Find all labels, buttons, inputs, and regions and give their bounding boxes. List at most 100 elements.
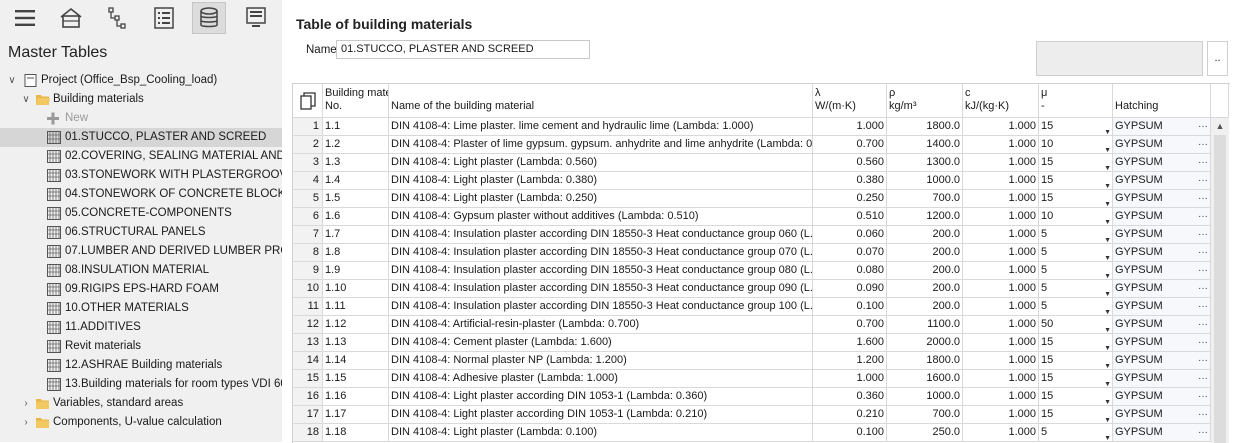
c-value-cell[interactable]: 1.000 bbox=[963, 280, 1039, 298]
tree-item[interactable]: 01.STUCCO, PLASTER AND SCREED bbox=[0, 128, 282, 147]
menu-button[interactable] bbox=[8, 2, 42, 34]
tree-item[interactable]: 09.RIGIPS EPS-HARD FOAM bbox=[0, 280, 282, 299]
tree-new[interactable]: New bbox=[0, 109, 282, 128]
mu-value-cell[interactable]: 5 ▼ bbox=[1039, 262, 1113, 280]
material-name-cell[interactable]: DIN 4108-4: Normal plaster NP (Lambda: 1… bbox=[389, 352, 813, 370]
more-options-icon[interactable]: ··· bbox=[1198, 172, 1208, 189]
dropdown-arrow-icon[interactable]: ▼ bbox=[1104, 412, 1111, 423]
dropdown-arrow-icon[interactable]: ▼ bbox=[1104, 214, 1111, 225]
rho-value-cell[interactable]: 1800.0 bbox=[887, 352, 963, 370]
c-value-cell[interactable]: 1.000 bbox=[963, 262, 1039, 280]
c-value-cell[interactable]: 1.000 bbox=[963, 226, 1039, 244]
hatching-value-cell[interactable]: GYPSUM ··· bbox=[1113, 154, 1211, 172]
mu-value-cell[interactable]: 15 ▼ bbox=[1039, 118, 1113, 136]
hatching-value-cell[interactable]: GYPSUM ··· bbox=[1113, 208, 1211, 226]
more-options-icon[interactable]: ··· bbox=[1198, 370, 1208, 387]
more-options-icon[interactable]: ··· bbox=[1198, 406, 1208, 423]
dropdown-arrow-icon[interactable]: ▼ bbox=[1104, 250, 1111, 261]
network-button[interactable] bbox=[100, 2, 134, 34]
lambda-value-cell[interactable]: 0.080 bbox=[813, 262, 887, 280]
mu-value-cell[interactable]: 15 ▼ bbox=[1039, 352, 1113, 370]
collapse-icon[interactable]: ∨ bbox=[6, 71, 18, 90]
material-name-cell[interactable]: DIN 4108-4: Insulation plaster according… bbox=[389, 244, 813, 262]
c-value-cell[interactable]: 1.000 bbox=[963, 424, 1039, 442]
lambda-value-cell[interactable]: 0.510 bbox=[813, 208, 887, 226]
c-value-cell[interactable]: 1.000 bbox=[963, 406, 1039, 424]
hatching-value-cell[interactable]: GYPSUM ··· bbox=[1113, 352, 1211, 370]
column-header-no[interactable]: Building mate No. bbox=[323, 84, 389, 118]
dropdown-arrow-icon[interactable]: ▼ bbox=[1104, 340, 1111, 351]
hatching-value-cell[interactable]: GYPSUM ··· bbox=[1113, 388, 1211, 406]
more-options-icon[interactable]: ··· bbox=[1198, 280, 1208, 297]
material-name-cell[interactable]: DIN 4108-4: Light plaster (Lambda: 0.100… bbox=[389, 424, 813, 442]
tree-item[interactable]: 08.INSULATION MATERIAL bbox=[0, 261, 282, 280]
rho-value-cell[interactable]: 1300.0 bbox=[887, 154, 963, 172]
lambda-value-cell[interactable]: 1.200 bbox=[813, 352, 887, 370]
dropdown-arrow-icon[interactable]: ▼ bbox=[1104, 394, 1111, 405]
rho-value-cell[interactable]: 200.0 bbox=[887, 262, 963, 280]
scroll-up-icon[interactable]: ▲ bbox=[1211, 118, 1229, 134]
material-no-cell[interactable]: 1.12 bbox=[323, 316, 389, 334]
more-options-icon[interactable]: ··· bbox=[1198, 118, 1208, 135]
column-header-rho[interactable]: ρ kg/m³ bbox=[887, 84, 963, 118]
material-no-cell[interactable]: 1.18 bbox=[323, 424, 389, 442]
rho-value-cell[interactable]: 700.0 bbox=[887, 190, 963, 208]
scrollbar-thumb[interactable] bbox=[1214, 135, 1226, 443]
hatching-value-cell[interactable]: GYPSUM ··· bbox=[1113, 118, 1211, 136]
mu-value-cell[interactable]: 15 ▼ bbox=[1039, 172, 1113, 190]
tree-item[interactable]: 04.STONEWORK OF CONCRETE BLOCK bbox=[0, 185, 282, 204]
name-field[interactable]: 01.STUCCO, PLASTER AND SCREED bbox=[336, 40, 590, 59]
hatching-value-cell[interactable]: GYPSUM ··· bbox=[1113, 316, 1211, 334]
more-options-icon[interactable]: ··· bbox=[1198, 334, 1208, 351]
material-no-cell[interactable]: 1.9 bbox=[323, 262, 389, 280]
mu-value-cell[interactable]: 15 ▼ bbox=[1039, 406, 1113, 424]
tree-item[interactable]: 11.ADDITIVES bbox=[0, 318, 282, 337]
mu-value-cell[interactable]: 5 ▼ bbox=[1039, 298, 1113, 316]
mu-value-cell[interactable]: 15 ▼ bbox=[1039, 190, 1113, 208]
rho-value-cell[interactable]: 1100.0 bbox=[887, 316, 963, 334]
tree-variables[interactable]: › Variables, standard areas bbox=[0, 394, 282, 413]
c-value-cell[interactable]: 1.000 bbox=[963, 136, 1039, 154]
more-options-icon[interactable]: ··· bbox=[1198, 208, 1208, 225]
column-header-mu[interactable]: μ- bbox=[1039, 84, 1113, 118]
material-no-cell[interactable]: 1.1 bbox=[323, 118, 389, 136]
tree-item[interactable]: 06.STRUCTURAL PANELS bbox=[0, 223, 282, 242]
dropdown-arrow-icon[interactable]: ▼ bbox=[1104, 142, 1111, 153]
more-options-icon[interactable]: ··· bbox=[1198, 388, 1208, 405]
c-value-cell[interactable]: 1.000 bbox=[963, 388, 1039, 406]
more-options-icon[interactable]: ··· bbox=[1198, 154, 1208, 171]
material-no-cell[interactable]: 1.17 bbox=[323, 406, 389, 424]
lambda-value-cell[interactable]: 0.100 bbox=[813, 424, 887, 442]
dropdown-arrow-icon[interactable]: ▼ bbox=[1104, 232, 1111, 243]
rho-value-cell[interactable]: 250.0 bbox=[887, 424, 963, 442]
column-header-c[interactable]: c kJ/(kg·K) bbox=[963, 84, 1039, 118]
tree-item[interactable]: 05.CONCRETE-COMPONENTS bbox=[0, 204, 282, 223]
more-options-icon[interactable]: ··· bbox=[1198, 190, 1208, 207]
hatching-value-cell[interactable]: GYPSUM ··· bbox=[1113, 280, 1211, 298]
c-value-cell[interactable]: 1.000 bbox=[963, 370, 1039, 388]
material-name-cell[interactable]: DIN 4108-4: Cement plaster (Lambda: 1.60… bbox=[389, 334, 813, 352]
column-header-name[interactable]: Name of the building material bbox=[389, 84, 813, 118]
lambda-value-cell[interactable]: 0.060 bbox=[813, 226, 887, 244]
tree-item[interactable]: Revit materials bbox=[0, 337, 282, 356]
building-button[interactable] bbox=[54, 2, 88, 34]
mu-value-cell[interactable]: 15 ▼ bbox=[1039, 154, 1113, 172]
material-name-cell[interactable]: DIN 4108-4: Plaster of lime gypsum. gyps… bbox=[389, 136, 813, 154]
material-name-cell[interactable]: DIN 4108-4: Light plaster (Lambda: 0.560… bbox=[389, 154, 813, 172]
hatching-value-cell[interactable]: GYPSUM ··· bbox=[1113, 244, 1211, 262]
mu-value-cell[interactable]: 15 ▼ bbox=[1039, 370, 1113, 388]
expand-icon[interactable]: › bbox=[20, 394, 32, 413]
rho-value-cell[interactable]: 1000.0 bbox=[887, 172, 963, 190]
hatching-value-cell[interactable]: GYPSUM ··· bbox=[1113, 190, 1211, 208]
c-value-cell[interactable]: 1.000 bbox=[963, 190, 1039, 208]
tree-item[interactable]: 10.OTHER MATERIALS bbox=[0, 299, 282, 318]
mu-value-cell[interactable]: 10 ▼ bbox=[1039, 136, 1113, 154]
hatching-value-cell[interactable]: GYPSUM ··· bbox=[1113, 334, 1211, 352]
material-name-cell[interactable]: DIN 4108-4: Insulation plaster according… bbox=[389, 226, 813, 244]
rho-value-cell[interactable]: 1000.0 bbox=[887, 388, 963, 406]
hatching-value-cell[interactable]: GYPSUM ··· bbox=[1113, 298, 1211, 316]
c-value-cell[interactable]: 1.000 bbox=[963, 118, 1039, 136]
dropdown-arrow-icon[interactable]: ▼ bbox=[1104, 358, 1111, 369]
material-no-cell[interactable]: 1.14 bbox=[323, 352, 389, 370]
material-name-cell[interactable]: DIN 4108-4: Adhesive plaster (Lambda: 1.… bbox=[389, 370, 813, 388]
